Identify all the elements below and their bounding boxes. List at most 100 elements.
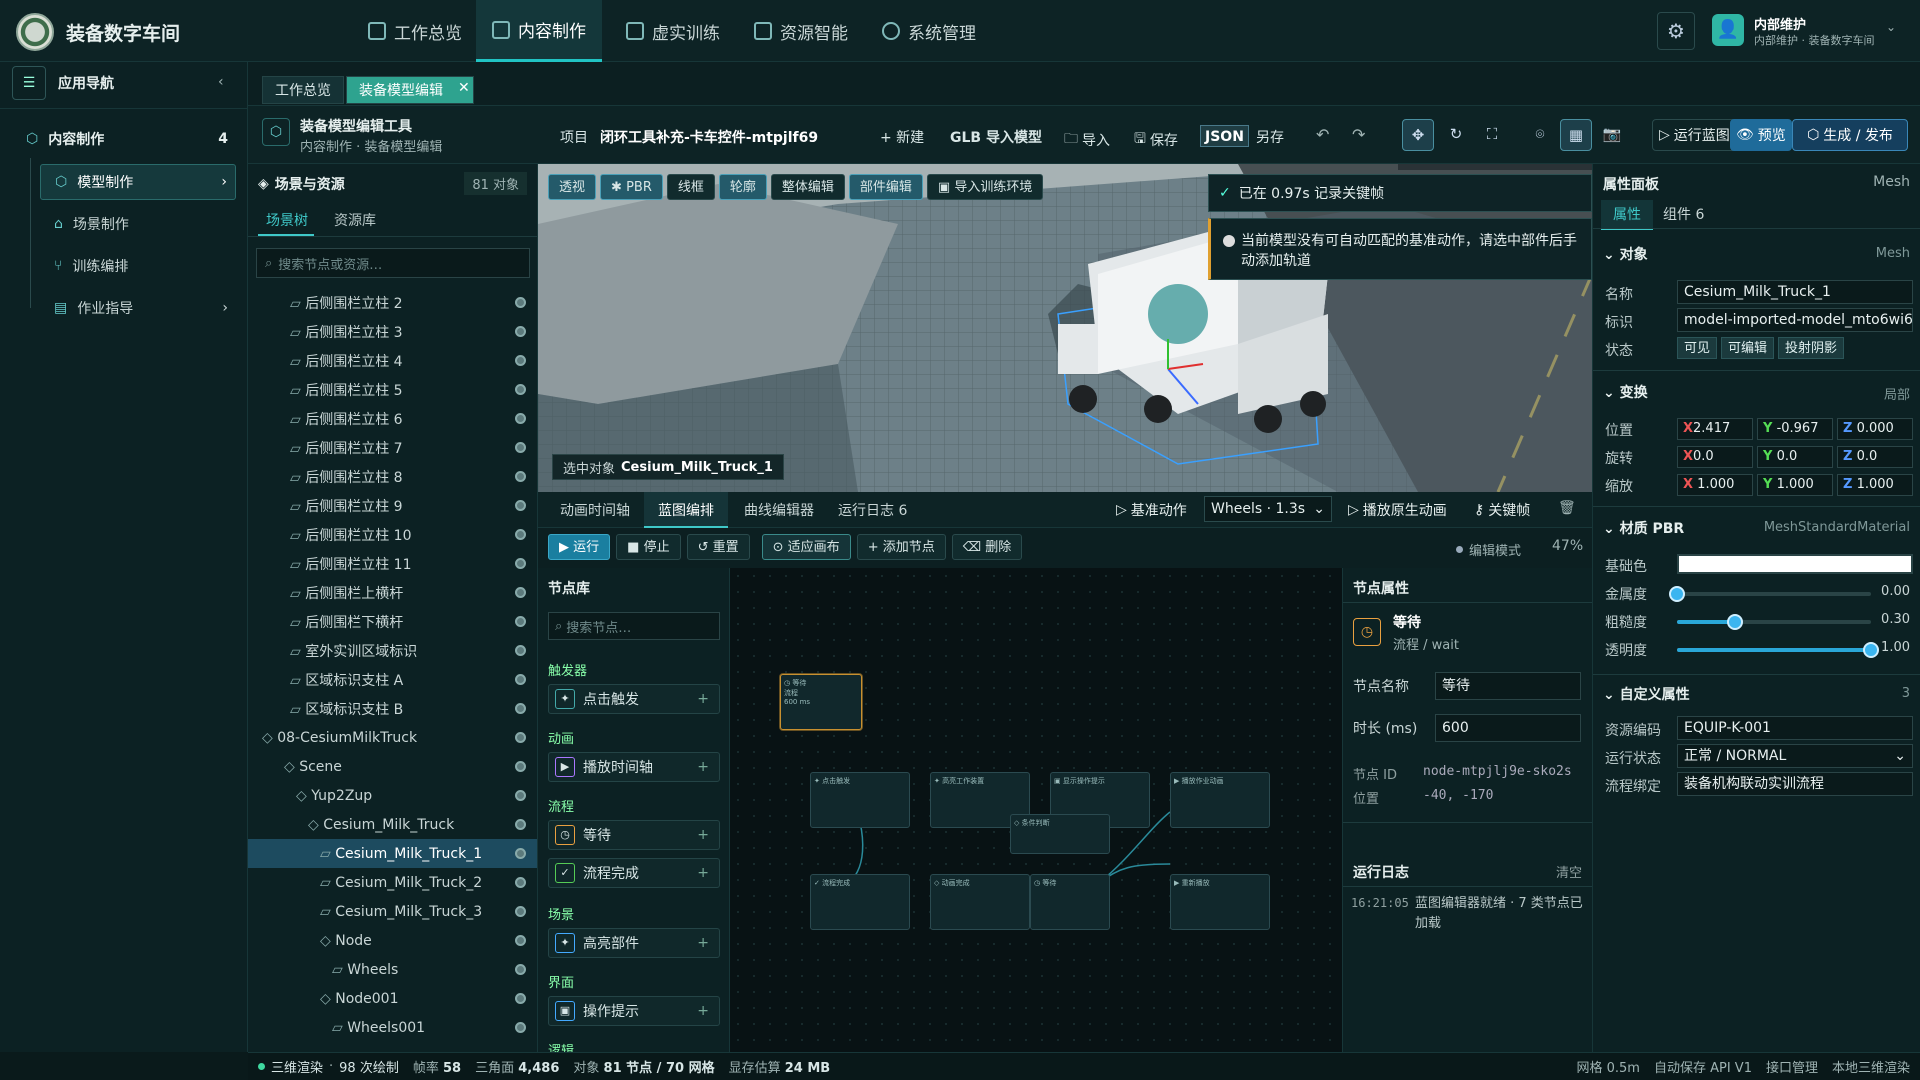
close-icon[interactable]: ✕ — [458, 80, 470, 96]
eye-icon[interactable] — [515, 355, 526, 366]
eye-icon[interactable] — [515, 790, 526, 801]
scale-y[interactable]: Y 1.000 — [1757, 474, 1833, 496]
eye-icon[interactable] — [515, 848, 526, 859]
eye-icon[interactable] — [515, 674, 526, 685]
pos-z[interactable]: Z 0.000 — [1837, 418, 1913, 440]
tab-overview[interactable]: 工作总览 — [262, 76, 344, 104]
tree-row[interactable]: ◇ Scene — [248, 752, 537, 781]
new-button[interactable]: + 新建 — [880, 127, 924, 153]
tree-row[interactable]: ▱ Cesium_Milk_Truck_2 — [248, 868, 537, 897]
transform-space[interactable]: 局部 — [1884, 384, 1910, 403]
flow-bind-input[interactable]: 装备机构联动实训流程 — [1677, 772, 1913, 796]
run-blueprint-button[interactable]: ▷ 运行蓝图 — [1652, 119, 1737, 151]
tree-row[interactable]: ▱ 室外实训区域标识 — [248, 636, 537, 665]
nav-training[interactable]: 虚实训练 — [610, 0, 736, 62]
mode-outline[interactable]: 轮廓 — [718, 174, 767, 200]
mode-part-edit[interactable]: 部件编辑 — [848, 174, 923, 200]
scene-search-input[interactable]: ⌕ 搜索节点或资源… — [256, 248, 530, 278]
undo-icon[interactable]: ↶ — [1316, 125, 1329, 151]
avatar[interactable]: 👤 — [1712, 14, 1744, 46]
tree-row[interactable]: ▱ 后侧围栏立柱 2 — [248, 288, 537, 317]
tree-row[interactable]: ◇ 08-CesiumMilkTruck — [248, 723, 537, 752]
sidebar-item-model[interactable]: ⬡ 模型制作 › — [40, 164, 236, 200]
redo-icon[interactable]: ↷ — [1352, 125, 1365, 151]
tree-row[interactable]: ◇ Node001 — [248, 984, 537, 1013]
tab-attributes[interactable]: 属性 — [1601, 200, 1653, 230]
preview-button[interactable]: 👁 预览 — [1730, 119, 1792, 151]
graph-node-wait[interactable]: ◷ 等待 流程 600 ms — [780, 674, 862, 730]
chip-editable[interactable]: 可编辑 — [1721, 337, 1775, 359]
tree-row[interactable]: ◇ Yup2Zup — [248, 781, 537, 810]
import-model-button[interactable]: GLB 导入模型 — [950, 127, 1042, 153]
camera-icon[interactable]: 📷 — [1596, 119, 1628, 151]
lib-item-flow-complete[interactable]: ✓ 流程完成 + — [548, 858, 720, 888]
rotate-tool-icon[interactable]: ↻ — [1440, 119, 1472, 151]
focus-icon[interactable]: ⌾ — [1524, 119, 1556, 151]
eye-icon[interactable] — [515, 616, 526, 627]
slider-knob[interactable] — [1727, 614, 1744, 630]
lib-item-highlight[interactable]: ✦ 高亮部件 + — [548, 928, 720, 958]
play-native-anim-button[interactable]: ▷ 播放原生动画 — [1348, 500, 1447, 520]
mode-perspective[interactable]: 透视 — [548, 174, 597, 200]
chip-visible[interactable]: 可见 — [1677, 337, 1718, 359]
settings-button[interactable]: ⚙ — [1657, 12, 1695, 50]
slider-knob[interactable] — [1863, 642, 1879, 658]
stop-button[interactable]: ■ 停止 — [616, 534, 681, 560]
section-custom[interactable]: ⌄ 自定义属性 — [1603, 684, 1690, 704]
sidebar-item-guide[interactable]: ▤ 作业指导 › — [40, 290, 236, 326]
tree-row[interactable]: ▱ 区域标识支柱 B — [248, 694, 537, 723]
tree-row[interactable]: ▱ Cesium_Milk_Truck_1 — [248, 839, 537, 868]
tree-row[interactable]: ▱ 后侧围栏立柱 5 — [248, 375, 537, 404]
reset-button[interactable]: ↺ 重置 — [686, 534, 750, 560]
tree-row[interactable]: ◇ Node — [248, 926, 537, 955]
tree-row[interactable]: ▱ 后侧围栏上横杆 — [248, 578, 537, 607]
sidebar-item-train[interactable]: ⑂ 训练编排 — [40, 248, 236, 284]
tree-row[interactable]: ▱ 后侧围栏立柱 11 — [248, 549, 537, 578]
rot-z[interactable]: Z 0.0 — [1837, 446, 1913, 468]
nav-system[interactable]: 系统管理 — [866, 0, 992, 62]
eye-icon[interactable] — [515, 645, 526, 656]
rot-y[interactable]: Y 0.0 — [1757, 446, 1833, 468]
lib-item-click-trigger[interactable]: ✦ 点击触发 + — [548, 684, 720, 714]
trash-icon[interactable]: 🗑 — [1558, 500, 1576, 516]
eye-icon[interactable] — [515, 384, 526, 395]
lib-item-play-timeline[interactable]: ▶ 播放时间轴 + — [548, 752, 720, 782]
metalness-slider[interactable] — [1669, 586, 1871, 602]
tab-resource-lib[interactable]: 资源库 — [334, 210, 376, 230]
section-transform[interactable]: ⌄ 变换 — [1603, 382, 1648, 402]
tree-row[interactable]: ▱ 后侧围栏立柱 4 — [248, 346, 537, 375]
add-node-button[interactable]: + 添加节点 — [856, 534, 946, 560]
pos-y[interactable]: Y -0.967 — [1757, 418, 1833, 440]
scale-x[interactable]: X 1.000 — [1677, 474, 1753, 496]
lib-item-tip[interactable]: ▣ 操作提示 + — [548, 996, 720, 1026]
graph-node-restart[interactable]: ▶ 重新播放 — [1170, 874, 1270, 930]
eye-icon[interactable] — [515, 1022, 526, 1033]
tab-timeline[interactable]: 动画时间轴 — [560, 500, 630, 520]
delete-node-button[interactable]: ⌫ 删除 — [951, 534, 1023, 560]
graph-node-complete[interactable]: ✓ 流程完成 — [810, 874, 910, 930]
pos-x[interactable]: X2.417 — [1677, 418, 1753, 440]
tree-row[interactable]: ▱ 后侧围栏立柱 6 — [248, 404, 537, 433]
move-tool-icon[interactable]: ✥ — [1402, 119, 1434, 151]
graph-node-wait-2[interactable]: ◷ 等待 — [1030, 874, 1110, 930]
scale-z[interactable]: Z 1.000 — [1837, 474, 1913, 496]
save-button[interactable]: 🖫 保存 — [1134, 127, 1178, 153]
eye-icon[interactable] — [515, 297, 526, 308]
node-name-input[interactable]: 等待 — [1435, 672, 1581, 700]
menu-icon[interactable]: ☰ — [12, 66, 46, 100]
chevron-down-icon[interactable]: ⌄ — [1886, 20, 1896, 34]
sidebar-item-scene[interactable]: ⌂ 场景制作 — [40, 206, 236, 242]
tab-components[interactable]: 组件 6 — [1663, 204, 1704, 224]
mode-wireframe[interactable]: 线框 — [666, 174, 715, 200]
tree-row[interactable]: ▱ 后侧围栏立柱 7 — [248, 433, 537, 462]
asset-code-input[interactable]: EQUIP-K-001 — [1677, 716, 1913, 740]
node-search-input[interactable]: ⌕ 搜索节点… — [548, 612, 720, 640]
eye-icon[interactable] — [515, 761, 526, 772]
eye-icon[interactable] — [515, 732, 526, 743]
tree-row[interactable]: ▱ Cesium_Milk_Truck_3 — [248, 897, 537, 926]
eye-icon[interactable] — [515, 413, 526, 424]
mode-whole-edit[interactable]: 整体编辑 — [770, 174, 845, 200]
tree-row[interactable]: ▱ 后侧围栏下横杆 — [248, 607, 537, 636]
fit-canvas-button[interactable]: ⊙ 适应画布 — [761, 534, 851, 560]
tab-log[interactable]: 运行日志 6 — [838, 500, 907, 520]
